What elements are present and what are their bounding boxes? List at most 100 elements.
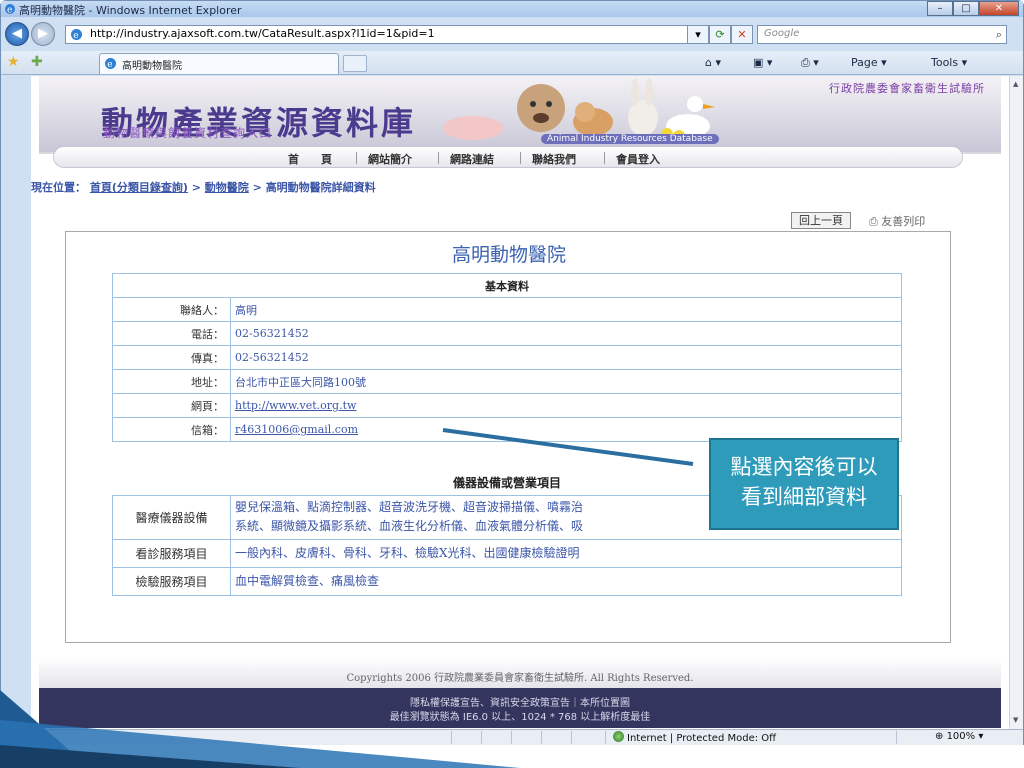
tab-bar: ★ ✚ e 高明動物醫院 ⌂ ▾ ▣ ▾ ⎙ ▾ Page ▾ Tools ▾ [1, 51, 1023, 75]
vertical-scrollbar[interactable]: ▲ ▼ [1009, 76, 1023, 729]
ie-window: e 高明動物醫院 - Windows Internet Explorer – □… [0, 0, 1024, 745]
website-link[interactable]: http://www.vet.org.tw [235, 399, 356, 412]
status-divider [571, 731, 572, 744]
tools-menu[interactable]: Tools ▾ [931, 56, 967, 69]
security-zone[interactable]: Internet | Protected Mode: Off [613, 731, 776, 744]
address-url: http://industry.ajaxsoft.com.tw/CataResu… [90, 27, 435, 40]
home-icon[interactable]: ⌂ ▾ [705, 56, 721, 69]
address-toolbar: ◀ ▶ e http://industry.ajaxsoft.com.tw/Ca… [1, 19, 1023, 49]
status-divider [896, 731, 897, 744]
pointer-line [442, 428, 694, 466]
annotation-callout: 點選內容後可以 看到細部資料 [709, 438, 899, 530]
lab-services-value[interactable]: 血中電解質檢查、痛風檢查 [230, 566, 902, 596]
minimize-button[interactable]: – [927, 1, 953, 16]
search-icon[interactable]: ⌕ [996, 28, 1002, 42]
table-row: 檢驗服務項目 血中電解質檢查、痛風檢查 [112, 566, 902, 596]
site-menu: 首 頁 網站簡介 網路連結 聯絡我們 會員登入 [53, 146, 963, 168]
scroll-up-icon[interactable]: ▲ [1013, 80, 1018, 88]
table-row: 網頁： http://www.vet.org.tw [112, 393, 902, 418]
callout-line: 看到細部資料 [741, 485, 867, 509]
favorites-star-icon[interactable]: ★ [7, 54, 20, 70]
security-zone-label: Internet | Protected Mode: Off [627, 733, 777, 744]
menu-divider [438, 152, 439, 164]
address-input[interactable]: e http://industry.ajaxsoft.com.tw/CataRe… [65, 25, 707, 44]
maximize-button[interactable]: □ [953, 1, 979, 16]
status-divider [541, 731, 542, 744]
ie-logo-icon: e [5, 4, 15, 16]
website-label: 網頁： [112, 393, 231, 418]
menu-login[interactable]: 會員登入 [616, 151, 660, 167]
add-favorite-icon[interactable]: ✚ [31, 54, 43, 70]
new-tab-button[interactable] [343, 55, 367, 72]
search-input[interactable]: Google ⌕ [757, 25, 1007, 44]
tab-current[interactable]: e 高明動物醫院 [99, 53, 339, 74]
page-menu[interactable]: Page ▾ [851, 56, 887, 69]
page-actions: 回上一頁 ⎙ 友善列印 [791, 212, 971, 230]
ministry-name: 行政院農委會家畜衛生試驗所 [829, 82, 985, 95]
menu-links[interactable]: 網路連結 [450, 151, 494, 167]
copyright-text: Copyrights 2006 行政院農業委員會家畜衛生試驗所. All Rig… [346, 673, 694, 684]
table-row: 聯絡人： 高明 [112, 297, 902, 322]
menu-home[interactable]: 首 頁 [288, 151, 332, 167]
print-link[interactable]: ⎙ 友善列印 [869, 213, 925, 229]
menu-divider [356, 152, 357, 164]
page-icon: e [71, 29, 82, 41]
basic-info-heading: 基本資料 [112, 273, 902, 298]
refresh-icon[interactable]: ⟳ [709, 25, 731, 44]
print-label: 友善列印 [881, 215, 926, 228]
breadcrumb: 現在位置： 首頁(分類目錄查詢) > 動物醫院 > 高明動物醫院詳細資料 [31, 181, 376, 194]
menu-divider [520, 152, 521, 164]
svg-text:e: e [107, 60, 112, 70]
phone-value: 02-56321452 [230, 321, 902, 346]
slide-decoration [0, 690, 520, 768]
contact-value: 高明 [230, 297, 902, 322]
hospital-name: 高明動物醫院 [451, 244, 566, 266]
print-icon[interactable]: ⎙ ▾ [801, 56, 819, 70]
table-row: 電話： 02-56321452 [112, 321, 902, 346]
back-button[interactable]: 回上一頁 [791, 212, 851, 229]
menu-contact[interactable]: 聯絡我們 [532, 151, 576, 167]
contact-label: 聯絡人： [112, 297, 231, 322]
scroll-down-icon[interactable]: ▼ [1013, 716, 1018, 724]
email-link[interactable]: r4631006@gmail.com [235, 423, 358, 436]
zoom-level[interactable]: ⊕ 100% ▾ [935, 731, 983, 742]
tab-label: 高明動物醫院 [122, 61, 182, 72]
fax-value: 02-56321452 [230, 345, 902, 370]
svg-text:e: e [73, 31, 78, 41]
site-subtitle: 動物醫療與飼養資材查詢入口 [103, 126, 273, 140]
title-bar: e 高明動物醫院 - Windows Internet Explorer – □… [1, 1, 1023, 17]
site-english-name: Animal Industry Resources Database [541, 134, 719, 144]
address-label: 地址： [112, 369, 231, 394]
feeds-icon[interactable]: ▣ ▾ [753, 56, 772, 69]
clinic-services-label: 看診服務項目 [112, 538, 231, 568]
lab-services-label: 檢驗服務項目 [112, 566, 231, 596]
address-value: 台北市中正區大同路100號 [230, 369, 902, 394]
table-row: 地址： 台北市中正區大同路100號 [112, 369, 902, 394]
callout-line: 點選內容後可以 [730, 455, 878, 479]
close-button[interactable]: ✕ [979, 1, 1019, 16]
menu-divider [604, 152, 605, 164]
breadcrumb-current: 高明動物醫院詳細資料 [265, 181, 376, 194]
presentation-slide: e 高明動物醫院 - Windows Internet Explorer – □… [0, 0, 1024, 768]
back-arrow-icon[interactable]: ◀ [5, 22, 29, 46]
clinic-services-value[interactable]: 一般內科、皮膚科、骨科、牙科、檢驗X光科、出國健康檢驗證明 [230, 538, 902, 568]
globe-icon [613, 731, 624, 742]
svg-text:e: e [7, 6, 12, 16]
page-icon: e [105, 58, 116, 70]
stop-icon[interactable]: ✕ [731, 25, 753, 44]
breadcrumb-home-link[interactable]: 首頁(分類目錄查詢) [90, 181, 188, 194]
menu-about[interactable]: 網站簡介 [368, 151, 412, 167]
email-label: 信箱： [112, 417, 231, 442]
zoom-icon: ⊕ [935, 731, 947, 742]
table-row: 傳真： 02-56321452 [112, 345, 902, 370]
medical-equipment-label: 醫療儀器設備 [112, 494, 231, 540]
breadcrumb-category-link[interactable]: 動物醫院 [205, 181, 249, 194]
window-title: 高明動物醫院 - Windows Internet Explorer [19, 4, 242, 17]
dropdown-icon[interactable]: ▾ [687, 25, 709, 44]
web-content: 行政院農委會家畜衛生試驗所 動物產業資源資料庫 動物醫療與飼養資材查詢入口 An… [31, 76, 1009, 729]
breadcrumb-prefix: 現在位置： [31, 181, 86, 194]
search-placeholder: Google [764, 28, 800, 39]
site-banner: 行政院農委會家畜衛生試驗所 動物產業資源資料庫 動物醫療與飼養資材查詢入口 An… [39, 76, 1001, 154]
forward-arrow-icon[interactable]: ▶ [31, 22, 55, 46]
phone-label: 電話： [112, 321, 231, 346]
